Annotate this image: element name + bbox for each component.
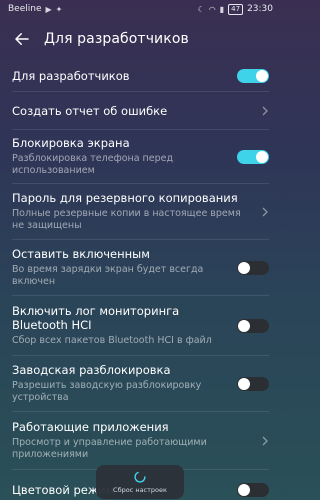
setting-bluetooth-hci-log[interactable]: Включить лог мониторинга Bluetooth HCI С…	[12, 296, 269, 356]
signal-icon: ▮	[219, 4, 225, 14]
row-text: Оставить включенным Во время зарядки экр…	[12, 247, 237, 288]
row-title: Блокировка экрана	[12, 136, 130, 150]
developer-options-toggle[interactable]	[237, 68, 269, 83]
toggle-knob	[238, 261, 250, 274]
row-title: Создать отчет об ошибке	[12, 103, 168, 118]
row-title: Для разработчиков	[12, 68, 130, 83]
toggle-knob	[238, 319, 250, 332]
page-title: Для разработчиков	[44, 31, 189, 47]
setting-backup-password[interactable]: Пароль для резервного копирования Полные…	[12, 184, 269, 240]
row-subtitle: Сбор всех пакетов Bluetooth HCI в файл	[12, 335, 212, 346]
reset-settings-toast: Сброс настроек	[96, 465, 184, 499]
status-bar: Beeline ▶ ✦ ☾ ◠ ▮ 47 23:30	[0, 0, 281, 18]
bluetooth-hci-log-toggle[interactable]	[237, 318, 269, 333]
status-left: Beeline ▶ ✦	[8, 4, 62, 14]
row-title: Включить лог мониторинга Bluetooth HCI	[12, 304, 180, 332]
toggle-knob	[238, 377, 250, 390]
moon-icon: ☾	[197, 4, 205, 14]
row-text: Включить лог мониторинга Bluetooth HCI С…	[12, 304, 237, 347]
status-right: ☾ ◠ ▮ 47 23:30	[197, 3, 273, 15]
toggle-knob	[256, 150, 268, 163]
setting-running-apps[interactable]: Работающие приложения Просмотр и управле…	[12, 412, 269, 470]
notification-icon: ▶	[45, 4, 52, 14]
row-subtitle: Разблокировка телефона перед использован…	[12, 153, 174, 176]
app-bar: Для разработчиков	[0, 18, 281, 60]
chevron-right-icon	[255, 436, 269, 446]
loading-spinner-icon	[134, 471, 146, 483]
settings-list: Для разработчиков Создать отчет об ошибк…	[0, 60, 281, 500]
row-text: Работающие приложения Просмотр и управле…	[12, 420, 255, 461]
setting-oem-unlock[interactable]: Заводская разблокировка Разрешить заводс…	[12, 356, 269, 412]
setting-bug-report[interactable]: Создать отчет об ошибке	[12, 92, 269, 130]
screen-lock-toggle[interactable]	[237, 149, 269, 164]
chevron-right-icon	[255, 106, 269, 116]
row-subtitle: Просмотр и управление работающими прилож…	[12, 437, 207, 460]
row-text: Для разработчиков	[12, 69, 237, 83]
row-subtitle: Разрешить заводскую разблокировку устрой…	[12, 380, 202, 403]
setting-stay-awake[interactable]: Оставить включенным Во время зарядки экр…	[12, 240, 269, 296]
row-title: Оставить включенным	[12, 247, 150, 261]
toast-label: Сброс настроек	[113, 486, 167, 494]
row-title: Работающие приложения	[12, 420, 169, 434]
setting-developer-options[interactable]: Для разработчиков	[12, 60, 269, 92]
twitter-icon: ✦	[55, 4, 63, 14]
row-subtitle: Полные резервные копии в настоящее время…	[12, 208, 241, 231]
toggle-knob	[256, 69, 268, 82]
row-text: Создать отчет об ошибке	[12, 104, 255, 118]
color-mode-toggle[interactable]	[237, 483, 269, 497]
row-title: Пароль для резервного копирования	[12, 191, 238, 205]
arrow-left-icon	[15, 33, 29, 45]
row-subtitle: Во время зарядки экран будет всегда вклю…	[12, 264, 204, 287]
back-button[interactable]	[12, 29, 32, 49]
stay-awake-toggle[interactable]	[237, 260, 269, 275]
setting-screen-lock[interactable]: Блокировка экрана Разблокировка телефона…	[12, 130, 269, 184]
chevron-right-icon	[255, 207, 269, 217]
oem-unlock-toggle[interactable]	[237, 376, 269, 391]
toggle-knob	[238, 484, 250, 496]
row-text: Заводская разблокировка Разрешить заводс…	[12, 363, 237, 404]
battery-indicator: 47	[228, 3, 244, 15]
carrier-label: Beeline	[8, 4, 42, 14]
row-text: Пароль для резервного копирования Полные…	[12, 191, 255, 232]
row-title: Заводская разблокировка	[12, 363, 171, 377]
clock: 23:30	[247, 4, 273, 14]
wifi-icon: ◠	[208, 4, 216, 14]
row-text: Блокировка экрана Разблокировка телефона…	[12, 136, 237, 177]
